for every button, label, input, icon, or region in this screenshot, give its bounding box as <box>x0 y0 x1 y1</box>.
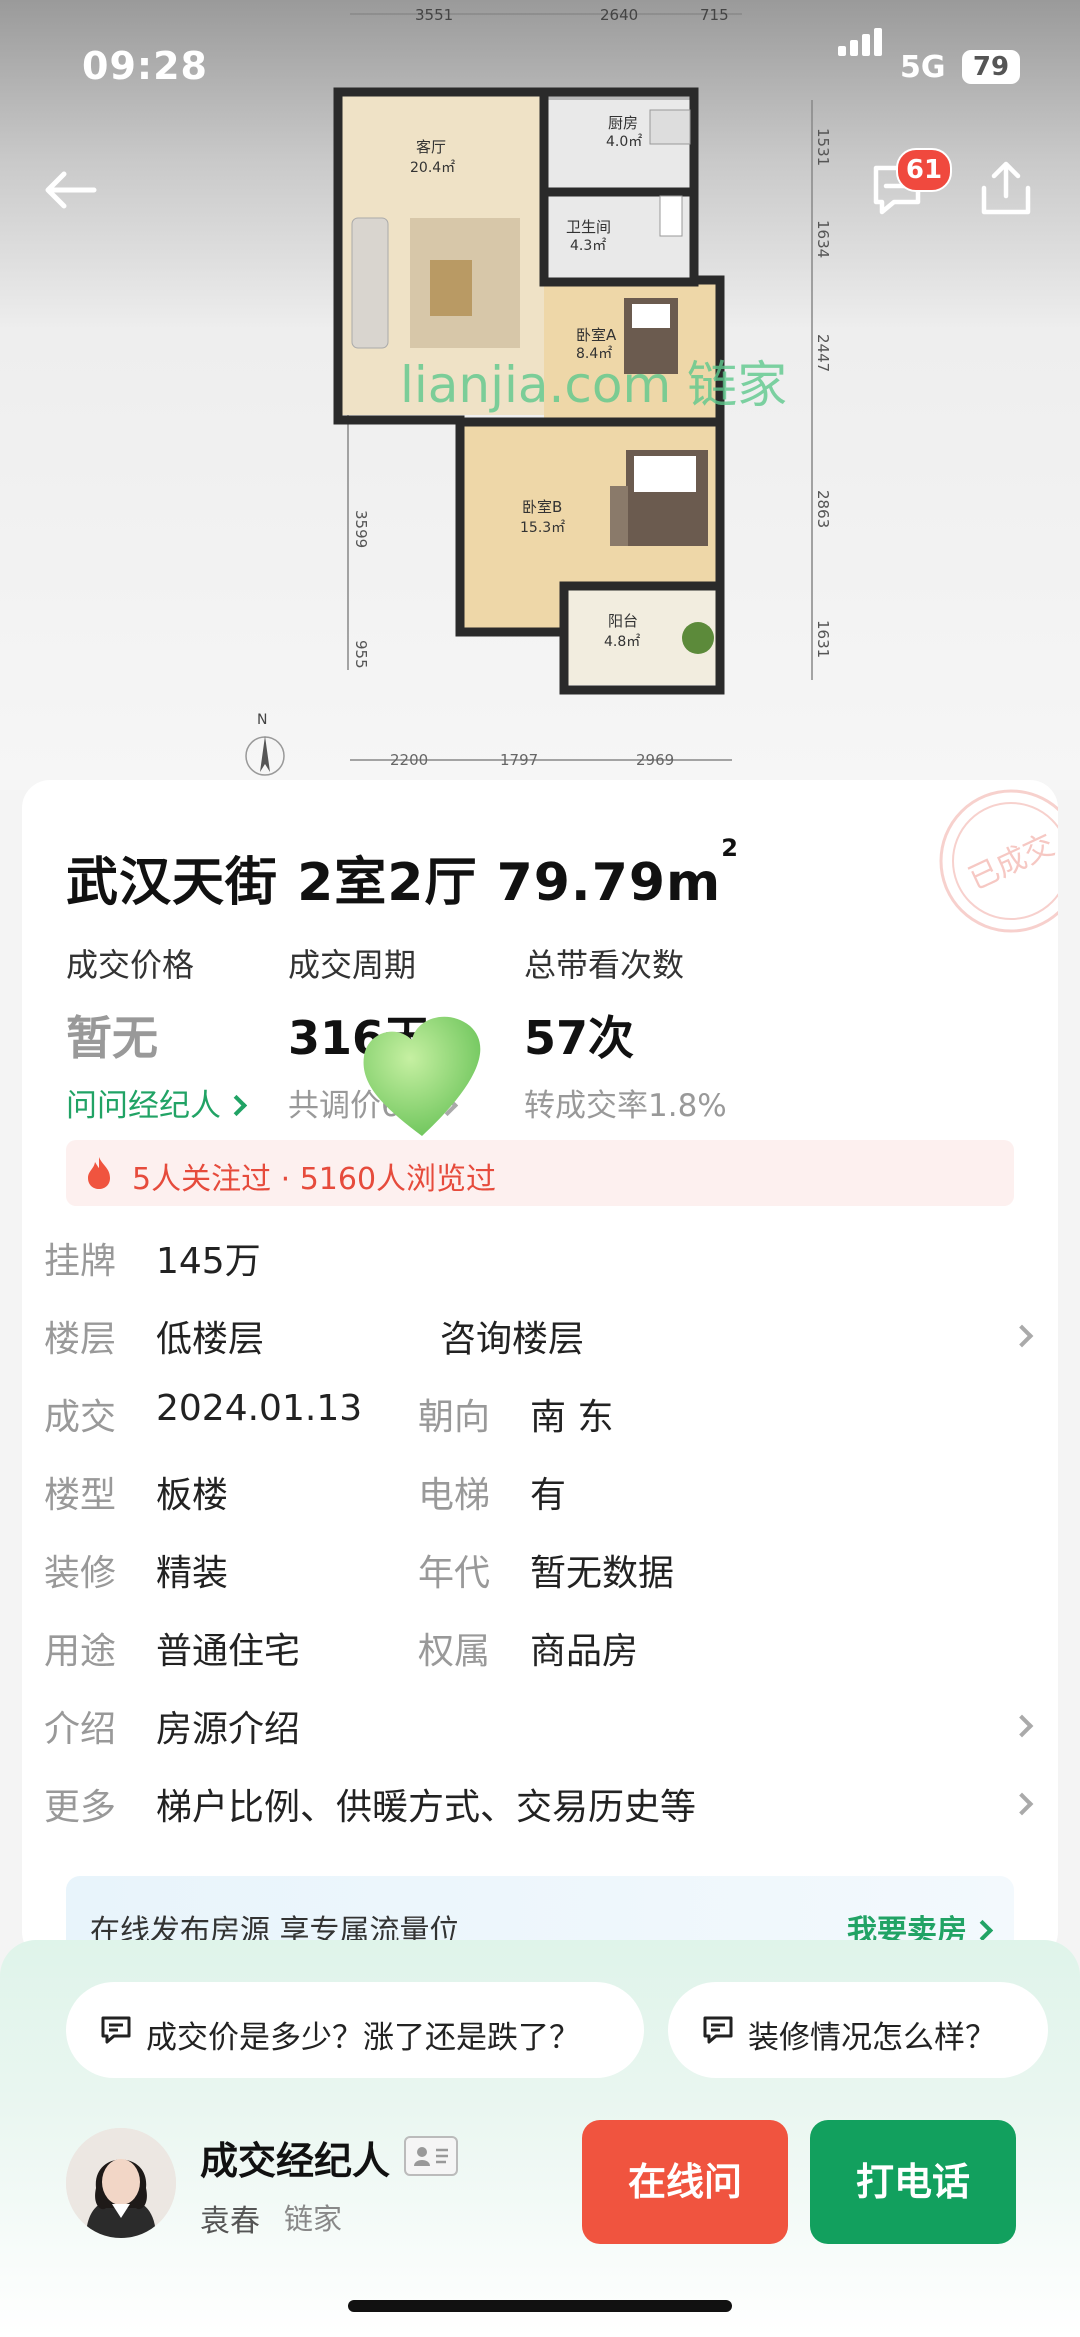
svg-text:N: N <box>257 712 267 728</box>
battery-icon: 79 <box>962 50 1020 84</box>
room-bed-a-name: 卧室A <box>576 326 617 344</box>
room-living-name: 客厅 <box>416 138 446 156</box>
room-living-area: 20.4㎡ <box>410 160 455 176</box>
dim-right-2: 1634 <box>814 220 832 258</box>
chevron-right-icon <box>225 1094 248 1117</box>
dim-right-4: 2863 <box>814 490 832 528</box>
room-bed-b-name: 卧室B <box>522 498 562 516</box>
dim-bottom-3: 2969 <box>636 751 674 769</box>
network-label: 5G <box>900 50 946 85</box>
attention-bar: 5人关注过 · 5160人浏览过 <box>66 1140 1014 1206</box>
agent-role: 成交经纪人 <box>200 2139 391 2183</box>
listing-card: 已成交 武汉天街 2室2厅 79.79m2 成交价格 暂无 问问经纪人 成交周期… <box>22 780 1058 1960</box>
heart-sticker <box>363 1016 481 1136</box>
quick-question-price[interactable]: 成交价是多少？涨了还是跌了？ <box>66 1982 644 2078</box>
status-time: 09:28 <box>82 44 208 88</box>
chevron-right-icon[interactable] <box>1010 1324 1034 1348</box>
quick-question-decoration[interactable]: 装修情况怎么样？ <box>668 1982 1048 2078</box>
stat-deal-price: 成交价格 暂无 问问经纪人 <box>66 940 248 1125</box>
agent-name: 袁春 <box>200 2204 260 2239</box>
sold-stamp: 已成交 <box>939 789 1058 933</box>
agent-avatar[interactable] <box>66 2128 176 2238</box>
dim-left-3: 955 <box>352 640 370 669</box>
message-count-badge: 61 <box>896 148 952 192</box>
compass-icon: N <box>245 712 285 776</box>
room-bath-area: 4.3㎡ <box>570 238 606 254</box>
dim-bottom-1: 2200 <box>390 751 428 769</box>
ask-agent-link[interactable]: 问问经纪人 <box>66 1080 248 1125</box>
chevron-right-icon <box>971 1919 994 1942</box>
dim-right-3: 2447 <box>814 334 832 372</box>
bottom-action-bar: 成交价是多少？涨了还是跌了？ 装修情况怎么样？ 成交经纪人 袁春 链家 在线问 … <box>0 1940 1080 2337</box>
watermark: lianjia.com 链家 <box>400 356 787 414</box>
chat-icon <box>101 2016 131 2044</box>
dim-left-2: 3599 <box>352 510 370 548</box>
floorplan-image[interactable]: 3551 2640 715 2200 1797 2969 5672 3599 9… <box>0 0 1080 790</box>
share-icon[interactable] <box>976 158 1036 220</box>
consult-floor-link[interactable]: 咨询楼层 <box>440 1310 584 1362</box>
dim-right-5: 1631 <box>814 620 832 658</box>
room-bed-b-area: 15.3㎡ <box>520 520 565 536</box>
online-ask-button[interactable]: 在线问 <box>582 2120 788 2244</box>
home-indicator[interactable] <box>348 2300 732 2312</box>
listing-title: 武汉天街 2室2厅 79.79m2 <box>66 834 739 913</box>
room-bath-name: 卫生间 <box>566 218 611 236</box>
stat-viewings: 总带看次数 57次 转成交率1.8% <box>524 946 727 1124</box>
room-balcony-name: 阳台 <box>608 612 638 630</box>
dim-bottom-2: 1797 <box>500 751 538 769</box>
attention-text: 5人关注过 · 5160人浏览过 <box>132 1162 497 1197</box>
room-kitchen-area: 4.0㎡ <box>606 134 642 150</box>
flame-icon <box>88 1157 110 1189</box>
status-bar: 09:28 5G 79 <box>0 0 1080 130</box>
room-balcony-area: 4.8㎡ <box>604 634 640 650</box>
svg-text:已成交: 已成交 <box>963 827 1058 897</box>
agent-company: 链家 <box>284 2202 343 2236</box>
back-arrow-icon[interactable] <box>40 160 100 220</box>
chat-icon <box>703 2016 733 2044</box>
chevron-right-icon[interactable] <box>1010 1714 1034 1738</box>
call-button[interactable]: 打电话 <box>810 2120 1016 2244</box>
chevron-right-icon[interactable] <box>1010 1792 1034 1816</box>
dim-right-1: 1531 <box>814 128 832 166</box>
id-card-icon[interactable] <box>404 2136 458 2176</box>
